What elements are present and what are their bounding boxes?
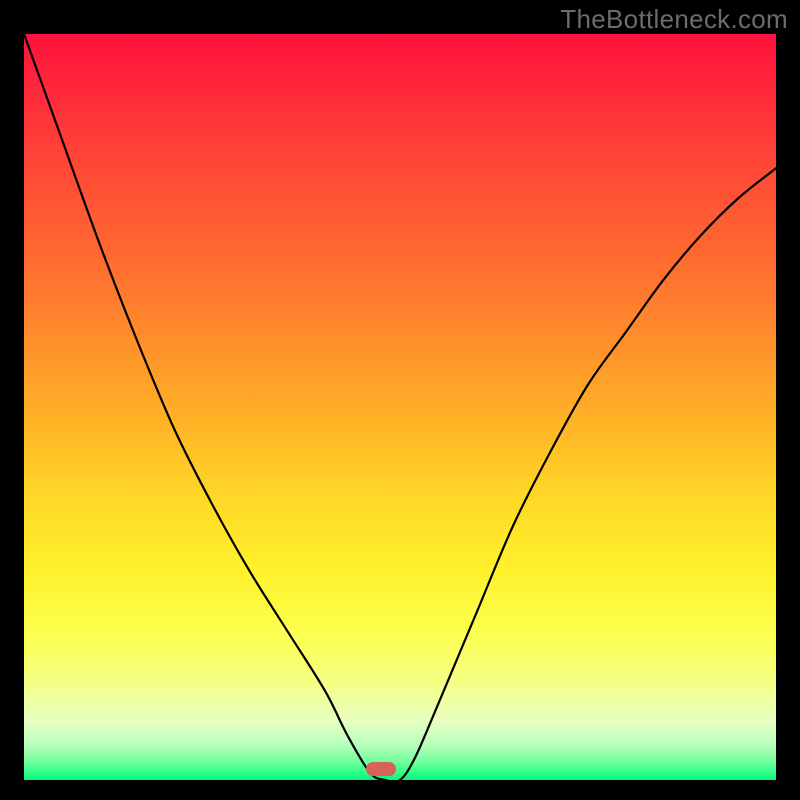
watermark-text: TheBottleneck.com	[560, 4, 788, 35]
optimum-marker	[366, 762, 396, 776]
bottleneck-curve	[24, 34, 776, 780]
chart-frame: TheBottleneck.com	[0, 0, 800, 800]
plot-area	[24, 34, 776, 780]
curve-path	[24, 34, 776, 780]
